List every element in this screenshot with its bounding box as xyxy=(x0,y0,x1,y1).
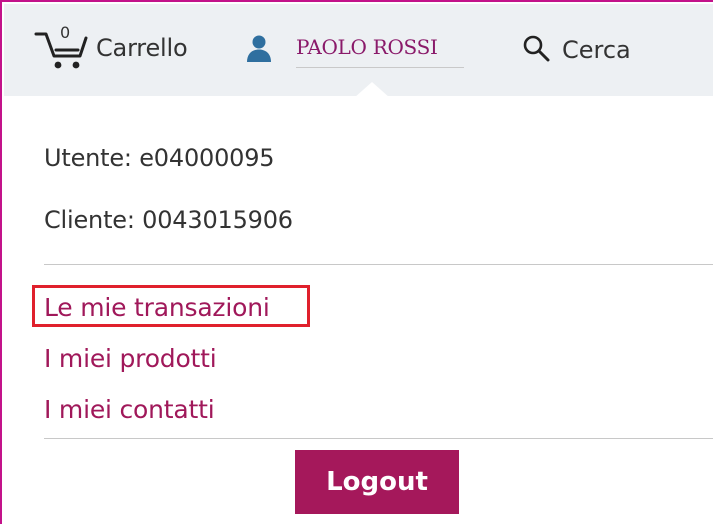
user-icon xyxy=(244,33,274,63)
customer-id-text: Cliente: 0043015906 xyxy=(44,206,293,234)
cart-count-badge: 0 xyxy=(60,23,71,42)
menu-link-products[interactable]: I miei prodotti xyxy=(44,344,217,373)
menu-link-transactions[interactable]: Le mie transazioni xyxy=(44,293,270,322)
user-name: PAOLO ROSSI xyxy=(296,35,464,68)
divider xyxy=(44,264,713,265)
search-button[interactable]: Cerca xyxy=(522,34,631,66)
user-id-text: Utente: e04000095 xyxy=(44,144,275,172)
cart-icon: 0 xyxy=(34,23,90,72)
search-label: Cerca xyxy=(562,36,631,64)
cart-label: Carrello xyxy=(96,34,188,62)
user-menu-toggle[interactable]: PAOLO ROSSI xyxy=(244,24,464,76)
cart-button[interactable]: 0 Carrello xyxy=(34,23,188,72)
window-frame: 0 Carrello PAOLO ROSSI Cerca Utente: e04… xyxy=(0,0,713,526)
divider xyxy=(44,438,713,439)
logout-button[interactable]: Logout xyxy=(295,450,459,514)
dropdown-caret xyxy=(354,82,390,98)
menu-link-contacts[interactable]: I miei contatti xyxy=(44,395,215,424)
search-icon xyxy=(522,34,550,66)
